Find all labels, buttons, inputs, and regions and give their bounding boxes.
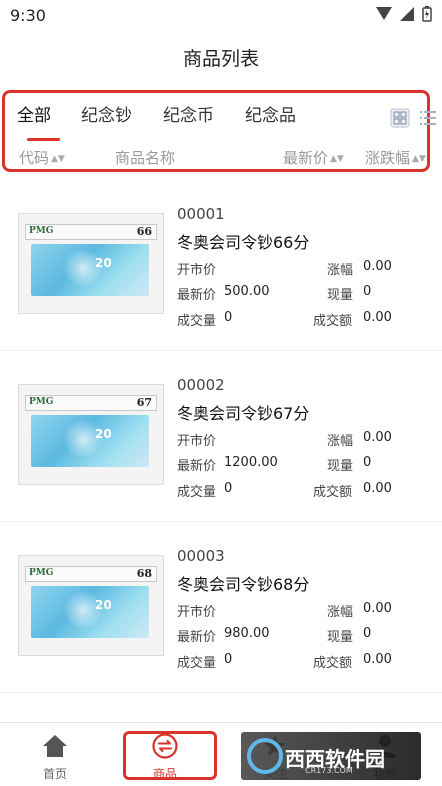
watermark-subtext: CR173.COM: [305, 766, 353, 775]
latest-price-label: 最新价: [177, 630, 217, 645]
filter-panel: 全部 纪念钞 纪念币 纪念品 代码 ▲▼ 商品名称 最新价 ▲▼ 涨跌幅 ▲▼: [2, 90, 436, 172]
sort-icon: ▲▼: [330, 154, 344, 164]
latest-price-label: 最新价: [177, 288, 217, 303]
battery-icon: [422, 6, 432, 22]
cell-signal-icon: [400, 7, 414, 21]
status-time: 9:30: [10, 6, 46, 25]
nav-highlight-box: [123, 731, 217, 780]
change-value: 0.00: [363, 430, 392, 445]
column-headers: 代码 ▲▼ 商品名称 最新价 ▲▼ 涨跌幅 ▲▼: [15, 147, 426, 169]
amount-label: 成交额: [313, 656, 353, 671]
tab-commemorative-items[interactable]: 纪念品: [245, 101, 296, 126]
amount-value: 0.00: [363, 310, 392, 325]
tab-commemorative-coins[interactable]: 纪念币: [163, 101, 214, 126]
change-label: 涨幅: [327, 263, 354, 278]
header-change[interactable]: 涨跌幅 ▲▼: [365, 147, 426, 168]
status-bar: 9:30: [0, 0, 442, 32]
latest-price-value: 1200.00: [224, 455, 278, 470]
home-icon: [43, 735, 67, 757]
product-image: PMG 66 20: [18, 213, 164, 314]
product-image: PMG 68 20: [18, 555, 164, 656]
turnover-label: 成交量: [177, 314, 217, 329]
change-label: 涨幅: [327, 605, 354, 620]
change-value: 0.00: [363, 601, 392, 616]
amount-value: 0.00: [363, 481, 392, 496]
sort-icon: ▲▼: [412, 154, 426, 164]
turnover-value: 0: [224, 481, 233, 496]
grid-view-icon[interactable]: [390, 108, 410, 128]
latest-price-label: 最新价: [177, 459, 217, 474]
current-volume-value: 0: [363, 284, 372, 299]
product-name: 冬奥会司令钞68分: [177, 575, 310, 594]
product-name: 冬奥会司令钞67分: [177, 404, 310, 423]
product-code: 00002: [177, 376, 225, 394]
nav-home-label: 首页: [42, 767, 67, 781]
list-view-icon[interactable]: [420, 108, 436, 128]
signal-icon: [376, 7, 392, 20]
product-list: PMG 66 20 00001 冬奥会司令钞66分 开市价 涨幅 0.00 最新价…: [0, 180, 442, 693]
current-volume-value: 0: [363, 626, 372, 641]
open-price-label: 开市价: [177, 434, 217, 449]
current-volume-label: 现量: [327, 288, 354, 303]
tab-commemorative-notes[interactable]: 纪念钞: [81, 101, 132, 126]
header-code[interactable]: 代码 ▲▼: [19, 147, 65, 168]
change-value: 0.00: [363, 259, 392, 274]
header-latest-price[interactable]: 最新价 ▲▼: [283, 147, 344, 168]
turnover-label: 成交量: [177, 485, 217, 500]
header-name: 商品名称: [115, 149, 176, 167]
list-item[interactable]: PMG 67 20 00002 冬奥会司令钞67分 开市价 涨幅 0.00 最新价…: [0, 351, 442, 522]
open-price-label: 开市价: [177, 605, 217, 620]
amount-value: 0.00: [363, 652, 392, 667]
product-code: 00003: [177, 547, 225, 565]
title-bar: 商品列表: [0, 32, 442, 82]
watermark: 西西软件园 CR173.COM: [241, 732, 421, 780]
turnover-value: 0: [224, 310, 233, 325]
nav-home[interactable]: 首页: [0, 723, 110, 786]
product-image: PMG 67 20: [18, 384, 164, 485]
active-tab-indicator: [27, 138, 60, 141]
current-volume-label: 现量: [327, 459, 354, 474]
current-volume-label: 现量: [327, 630, 354, 645]
product-name: 冬奥会司令钞66分: [177, 233, 310, 252]
product-code: 00001: [177, 205, 225, 223]
open-price-label: 开市价: [177, 263, 217, 278]
list-item[interactable]: PMG 66 20 00001 冬奥会司令钞66分 开市价 涨幅 0.00 最新价…: [0, 180, 442, 351]
turnover-value: 0: [224, 652, 233, 667]
status-icons: [376, 6, 432, 22]
current-volume-value: 0: [363, 455, 372, 470]
amount-label: 成交额: [313, 314, 353, 329]
turnover-label: 成交量: [177, 656, 217, 671]
category-tabs: 全部 纪念钞 纪念币 纪念品: [15, 101, 436, 141]
change-label: 涨幅: [327, 434, 354, 449]
latest-price-value: 980.00: [224, 626, 270, 641]
tab-all[interactable]: 全部: [17, 101, 51, 126]
list-item[interactable]: PMG 68 20 00003 冬奥会司令钞68分 开市价 涨幅 0.00 最新价…: [0, 522, 442, 693]
page-title: 商品列表: [182, 47, 259, 70]
sort-icon: ▲▼: [51, 154, 65, 164]
amount-label: 成交额: [313, 485, 353, 500]
latest-price-value: 500.00: [224, 284, 270, 299]
watermark-logo-icon: [247, 738, 283, 774]
